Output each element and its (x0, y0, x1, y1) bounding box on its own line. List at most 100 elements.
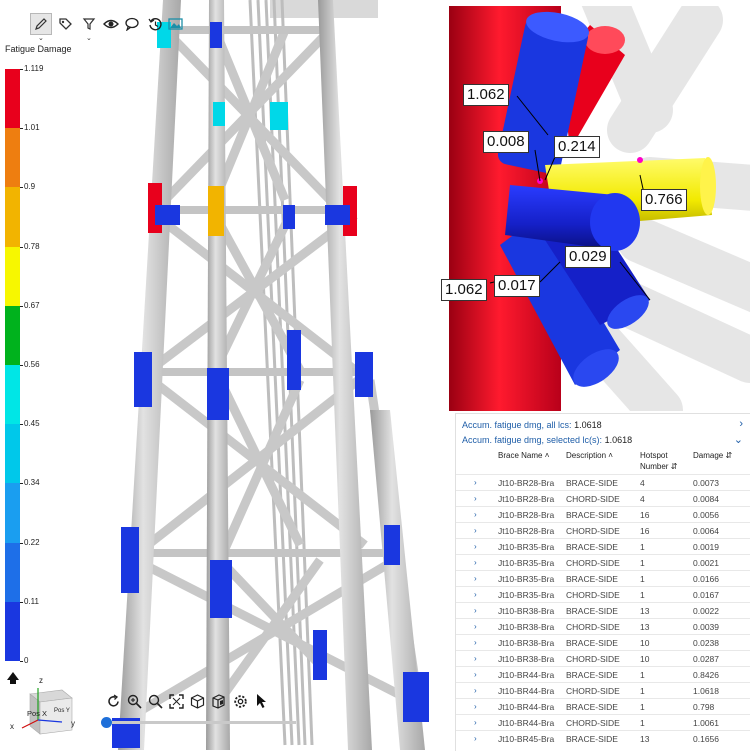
expand-row-icon[interactable]: › (474, 718, 477, 727)
cell-hotspot-number: 1 (640, 686, 645, 696)
sort-icon[interactable]: ⇵ (671, 462, 678, 471)
sort-icon[interactable]: ⇵ (725, 451, 732, 460)
axis-triad[interactable]: z x y Pos X Pos Y (4, 672, 84, 742)
expand-row-icon[interactable]: › (474, 622, 477, 631)
cell-brace-name: Jt10-BR35-Bra (498, 558, 555, 568)
jacket-structure (112, 0, 429, 750)
table-row[interactable]: › Jt10-BR38-Bra CHORD-SIDE 13 0.0039 (456, 618, 750, 635)
expand-row-icon[interactable]: › (474, 574, 477, 583)
legend-level-label: 0 (24, 656, 29, 665)
legend-color-segment (5, 128, 20, 188)
cell-damage: 0.0238 (693, 638, 719, 648)
table-row[interactable]: › Jt10-BR28-Bra BRACE-SIDE 4 0.0073 (456, 474, 750, 491)
expand-row-icon[interactable]: › (474, 606, 477, 615)
joint-detail-view (449, 6, 750, 411)
cube-view-icon[interactable] (187, 690, 207, 712)
chevron-down-icon[interactable]: ⌄ (734, 433, 743, 446)
cell-description: CHORD-SIDE (566, 558, 620, 568)
expand-row-icon[interactable]: › (474, 686, 477, 695)
table-row[interactable]: › Jt10-BR44-Bra CHORD-SIDE 1 1.0061 (456, 714, 750, 731)
cell-brace-name: Jt10-BR28-Bra (498, 510, 555, 520)
table-row[interactable]: › Jt10-BR35-Bra CHORD-SIDE 1 0.0021 (456, 554, 750, 571)
damage-callout: 0.008 (483, 131, 529, 153)
table-row[interactable]: › Jt10-BR35-Bra CHORD-SIDE 1 0.0167 (456, 586, 750, 603)
cell-damage: 0.0056 (693, 510, 719, 520)
image-icon[interactable] (164, 13, 186, 35)
accum-selected-value: 1.0618 (604, 435, 633, 445)
speech-bubble-icon[interactable] (122, 13, 144, 35)
column-header-description[interactable]: Description ˄ (566, 450, 613, 461)
view-cube-front-face[interactable]: Pos X (27, 709, 47, 718)
expand-row-icon[interactable]: › (474, 494, 477, 503)
cell-damage: 0.0073 (693, 478, 719, 488)
column-header-damage[interactable]: Damage ⇵ (693, 450, 732, 461)
animation-slider-track[interactable] (106, 721, 296, 724)
legend-level-label: 1.119 (24, 64, 44, 73)
table-row[interactable]: › Jt10-BR44-Bra CHORD-SIDE 1 1.0618 (456, 682, 750, 699)
expand-row-icon[interactable]: › (474, 526, 477, 535)
expand-row-icon[interactable]: › (474, 478, 477, 487)
expand-row-icon[interactable]: › (474, 510, 477, 519)
expand-row-icon[interactable]: › (474, 654, 477, 663)
zoom-in-icon[interactable] (124, 690, 144, 712)
table-row[interactable]: › Jt10-BR38-Bra BRACE-SIDE 13 0.0022 (456, 602, 750, 619)
chevron-down-icon[interactable]: ⌄ (86, 35, 92, 42)
axis-y-label: y (71, 719, 75, 728)
filter-icon[interactable] (78, 13, 100, 35)
cell-damage: 0.0064 (693, 526, 719, 536)
cell-brace-name: Jt10-BR38-Bra (498, 638, 555, 648)
table-row[interactable]: › Jt10-BR28-Bra CHORD-SIDE 16 0.0064 (456, 522, 750, 539)
table-row[interactable]: › Jt10-BR38-Bra BRACE-SIDE 10 0.0238 (456, 634, 750, 651)
sort-asc-icon[interactable]: ˄ (608, 451, 613, 460)
cell-hotspot-number: 10 (640, 638, 650, 648)
expand-row-icon[interactable]: › (474, 702, 477, 711)
column-label: Hotspot Number (640, 451, 669, 471)
chevron-right-icon[interactable]: › (739, 418, 743, 430)
cell-brace-name: Jt10-BR28-Bra (498, 478, 555, 488)
table-row[interactable]: › Jt10-BR28-Bra CHORD-SIDE 4 0.0084 (456, 490, 750, 507)
legend-level-label: 1.01 (24, 123, 40, 133)
table-row[interactable]: › Jt10-BR44-Bra BRACE-SIDE 1 0.798 (456, 698, 750, 715)
chevron-down-icon[interactable]: ⌄ (38, 35, 44, 42)
table-row[interactable]: › Jt10-BR28-Bra BRACE-SIDE 16 0.0056 (456, 506, 750, 523)
rotate-icon[interactable] (103, 690, 123, 712)
table-row[interactable]: › Jt10-BR35-Bra BRACE-SIDE 1 0.0019 (456, 538, 750, 555)
expand-row-icon[interactable]: › (474, 590, 477, 599)
zoom-icon[interactable] (145, 690, 165, 712)
expand-row-icon[interactable]: › (474, 638, 477, 647)
pointer-icon[interactable] (252, 690, 272, 712)
section-icon[interactable] (208, 690, 228, 712)
legend-level-label: 0.45 (24, 419, 40, 429)
accum-all-lcs[interactable]: Accum. fatigue dmg, all lcs: 1.0618 (462, 420, 602, 430)
history-icon[interactable] (144, 13, 166, 35)
table-row[interactable]: › Jt10-BR35-Bra BRACE-SIDE 1 0.0166 (456, 570, 750, 587)
tag-icon[interactable] (54, 13, 76, 35)
expand-row-icon[interactable]: › (474, 542, 477, 551)
expand-row-icon[interactable]: › (474, 734, 477, 743)
table-row[interactable]: › Jt10-BR38-Bra CHORD-SIDE 10 0.0287 (456, 650, 750, 667)
column-header-brace-name[interactable]: Brace Name ˄ (498, 450, 549, 461)
column-header-hotspot-number[interactable]: Hotspot Number ⇵ (640, 450, 680, 472)
table-row[interactable]: › Jt10-BR44-Bra BRACE-SIDE 1 0.8426 (456, 666, 750, 683)
table-row[interactable]: › Jt10-BR45-Bra BRACE-SIDE 13 0.1656 (456, 730, 750, 747)
cell-damage: 0.0021 (693, 558, 719, 568)
cell-hotspot-number: 13 (640, 622, 650, 632)
expand-row-icon[interactable]: › (474, 558, 477, 567)
legend-color-segment (5, 542, 20, 602)
sort-asc-icon[interactable]: ˄ (545, 451, 550, 460)
cell-hotspot-number: 4 (640, 478, 645, 488)
cell-description: BRACE-SIDE (566, 542, 618, 552)
legend-color-segment (5, 601, 20, 661)
legend-level-label: 0.11 (24, 596, 39, 606)
view-cube-side-face[interactable]: Pos Y (54, 708, 70, 714)
cell-damage: 1.0618 (693, 686, 719, 696)
cell-damage: 0.0084 (693, 494, 719, 504)
expand-row-icon[interactable]: › (474, 670, 477, 679)
pen-icon[interactable] (30, 13, 52, 35)
eye-icon[interactable] (100, 13, 122, 35)
settings-icon[interactable] (230, 690, 250, 712)
legend-tick (20, 542, 23, 544)
animation-slider-thumb[interactable] (101, 717, 112, 728)
accum-selected-lcs[interactable]: Accum. fatigue dmg, selected lc(s): 1.06… (462, 435, 632, 445)
fit-all-icon[interactable] (166, 690, 186, 712)
